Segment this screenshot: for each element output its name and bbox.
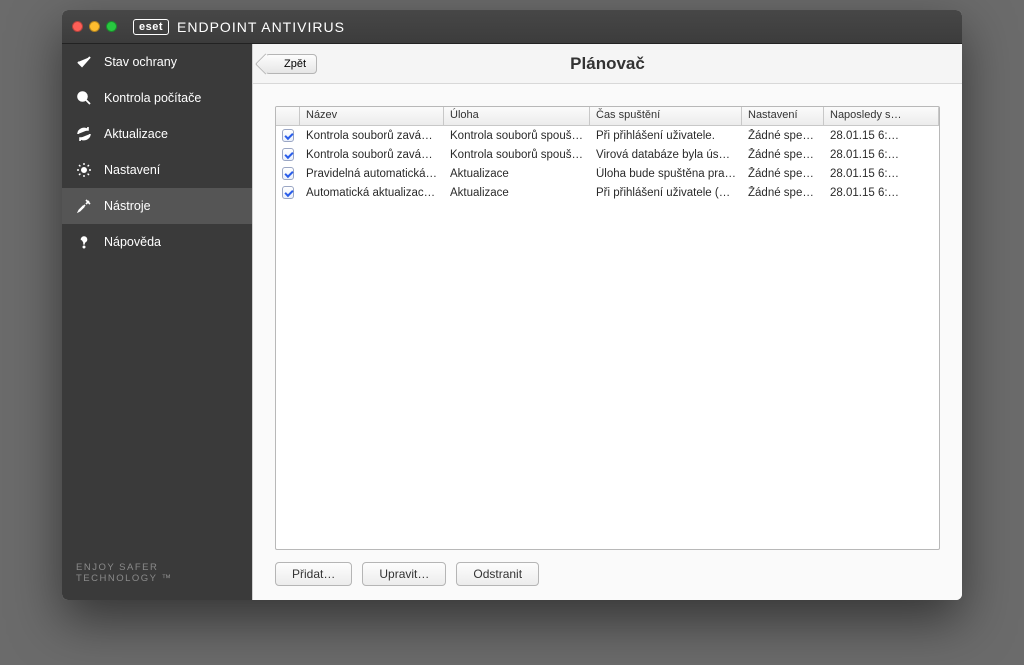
refresh-icon bbox=[76, 126, 92, 142]
cell-task: Aktualizace bbox=[444, 167, 590, 181]
gear-icon bbox=[76, 162, 92, 178]
sidebar-item-update[interactable]: Aktualizace bbox=[62, 116, 252, 152]
cell-name: Pravidelná automatická… bbox=[300, 167, 444, 181]
table-row[interactable]: Pravidelná automatická… Aktualizace Úloh… bbox=[276, 164, 939, 183]
sidebar-item-status[interactable]: Stav ochrany bbox=[62, 44, 252, 80]
page-title: Plánovač bbox=[253, 54, 962, 74]
cell-last: 28.01.15 6:… bbox=[824, 167, 939, 181]
sidebar-item-label: Kontrola počítače bbox=[104, 91, 201, 105]
sidebar-item-tools[interactable]: Nástroje bbox=[62, 188, 252, 224]
body: Stav ochrany Kontrola počítače Aktualiza… bbox=[62, 44, 962, 600]
check-icon bbox=[76, 54, 92, 70]
cell-time: Při přihlášení uživatele. bbox=[590, 129, 742, 143]
table-row[interactable]: Kontrola souborů zavá… Kontrola souborů … bbox=[276, 126, 939, 145]
cell-time: Úloha bude spuštěna pra… bbox=[590, 167, 742, 181]
window-controls bbox=[72, 21, 117, 32]
sidebar-item-label: Nastavení bbox=[104, 163, 160, 177]
cell-settings: Žádné speci… bbox=[742, 129, 824, 143]
brand-logo: eset bbox=[133, 19, 169, 35]
titlebar: eset ENDPOINT ANTIVIRUS bbox=[62, 10, 962, 44]
close-icon[interactable] bbox=[72, 21, 83, 32]
edit-button[interactable]: Upravit… bbox=[362, 562, 446, 586]
sidebar-item-scan[interactable]: Kontrola počítače bbox=[62, 80, 252, 116]
table-row[interactable]: Kontrola souborů zavá… Kontrola souborů … bbox=[276, 145, 939, 164]
table-body: Kontrola souborů zavá… Kontrola souborů … bbox=[276, 126, 939, 549]
sidebar-item-help[interactable]: Nápověda bbox=[62, 224, 252, 260]
add-button[interactable]: Přidat… bbox=[275, 562, 352, 586]
cell-name: Automatická aktualizac… bbox=[300, 186, 444, 200]
zoom-icon[interactable] bbox=[106, 21, 117, 32]
cell-name: Kontrola souborů zavá… bbox=[300, 148, 444, 162]
row-checkbox[interactable] bbox=[282, 148, 294, 161]
cell-settings: Žádné speci… bbox=[742, 167, 824, 181]
cell-last: 28.01.15 6:… bbox=[824, 129, 939, 143]
table-row[interactable]: Automatická aktualizac… Aktualizace Při … bbox=[276, 183, 939, 202]
delete-button[interactable]: Odstranit bbox=[456, 562, 539, 586]
toolbar: Zpět Plánovač bbox=[253, 44, 962, 84]
col-settings[interactable]: Nastavení bbox=[742, 107, 824, 125]
question-icon bbox=[76, 234, 92, 250]
magnify-icon bbox=[76, 90, 92, 106]
back-button[interactable]: Zpět bbox=[265, 54, 317, 74]
app-title: ENDPOINT ANTIVIRUS bbox=[177, 19, 345, 35]
sidebar-item-settings[interactable]: Nastavení bbox=[62, 152, 252, 188]
row-checkbox[interactable] bbox=[282, 129, 294, 142]
cell-time: Virová databáze byla úsp… bbox=[590, 148, 742, 162]
cell-settings: Žádné speci… bbox=[742, 148, 824, 162]
row-checkbox[interactable] bbox=[282, 186, 294, 199]
minimize-icon[interactable] bbox=[89, 21, 100, 32]
main-panel: Zpět Plánovač Název Úloha Čas spuštění N… bbox=[252, 44, 962, 600]
cell-settings: Žádné speci… bbox=[742, 186, 824, 200]
col-name[interactable]: Název bbox=[300, 107, 444, 125]
content: Název Úloha Čas spuštění Nastavení Napos… bbox=[253, 84, 962, 600]
col-checkbox[interactable] bbox=[276, 107, 300, 125]
cell-name: Kontrola souborů zavá… bbox=[300, 129, 444, 143]
tools-icon bbox=[76, 198, 92, 214]
sidebar-footer: ENJOY SAFER TECHNOLOGY ™ bbox=[62, 546, 252, 600]
col-last[interactable]: Naposledy s… bbox=[824, 107, 939, 125]
scheduler-table: Název Úloha Čas spuštění Nastavení Napos… bbox=[275, 106, 940, 550]
sidebar-item-label: Aktualizace bbox=[104, 127, 168, 141]
action-bar: Přidat… Upravit… Odstranit bbox=[275, 550, 940, 590]
col-task[interactable]: Úloha bbox=[444, 107, 590, 125]
cell-task: Kontrola souborů spouš… bbox=[444, 129, 590, 143]
sidebar-item-label: Stav ochrany bbox=[104, 55, 177, 69]
cell-task: Kontrola souborů spouš… bbox=[444, 148, 590, 162]
row-checkbox[interactable] bbox=[282, 167, 294, 180]
col-time[interactable]: Čas spuštění bbox=[590, 107, 742, 125]
sidebar-item-label: Nápověda bbox=[104, 235, 161, 249]
table-header: Název Úloha Čas spuštění Nastavení Napos… bbox=[276, 107, 939, 126]
cell-last: 28.01.15 6:… bbox=[824, 186, 939, 200]
app-window: eset ENDPOINT ANTIVIRUS Stav ochrany Kon… bbox=[62, 10, 962, 600]
cell-time: Při přihlášení uživatele (… bbox=[590, 186, 742, 200]
sidebar-item-label: Nástroje bbox=[104, 199, 151, 213]
sidebar: Stav ochrany Kontrola počítače Aktualiza… bbox=[62, 44, 252, 600]
cell-last: 28.01.15 6:… bbox=[824, 148, 939, 162]
cell-task: Aktualizace bbox=[444, 186, 590, 200]
